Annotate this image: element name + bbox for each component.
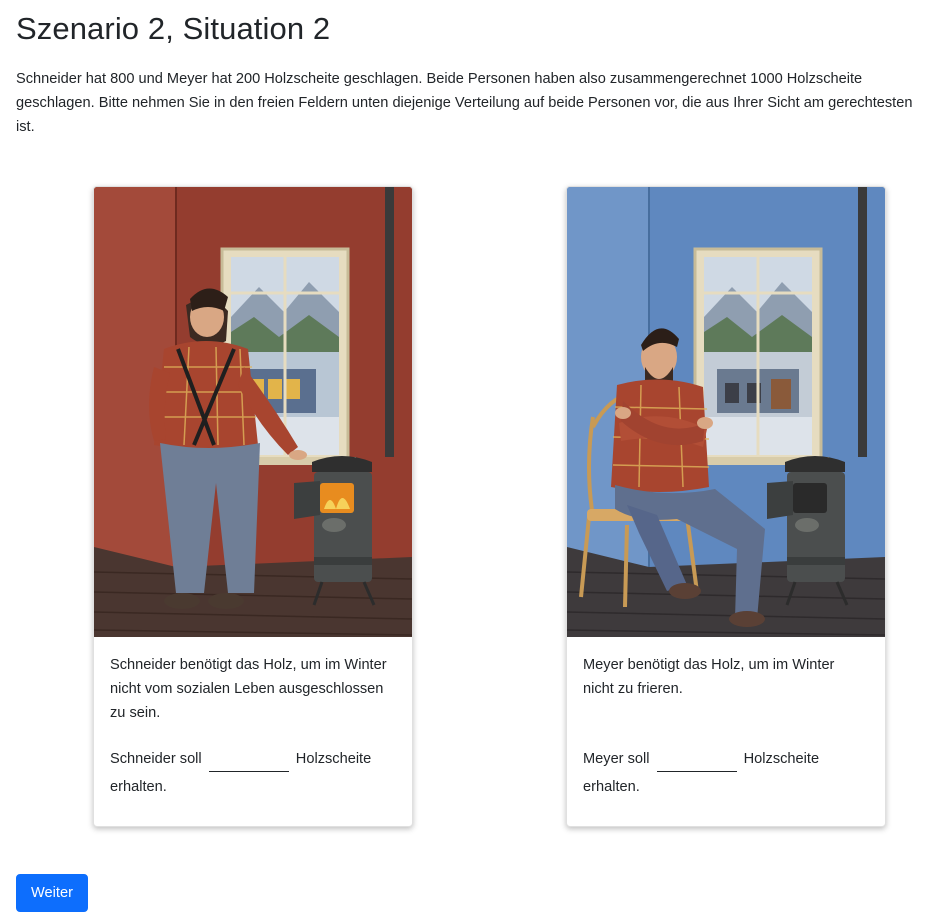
card-meyer: Meyer benötigt das Holz, um im Winter ni… bbox=[566, 186, 886, 827]
scenario-description: Schneider hat 800 und Meyer hat 200 Holz… bbox=[16, 71, 913, 135]
page-title: Szenario 2, Situation 2 bbox=[16, 11, 331, 46]
survey-page: Szenario 2, Situation 2 Schneider hat 80… bbox=[0, 0, 927, 921]
meyer-illustration bbox=[567, 187, 885, 637]
allocation-prefix: Meyer soll bbox=[583, 751, 650, 767]
need-statement: Meyer benötigt das Holz, um im Winter ni… bbox=[583, 657, 835, 697]
allocation-sentence: Meyer soll Holzscheite erhalten. bbox=[583, 745, 869, 801]
schneider-illustration bbox=[94, 187, 412, 637]
allocation-sentence: Schneider soll Holzscheite erhalten. bbox=[110, 745, 396, 801]
card-schneider: Schneider benötigt das Holz, um im Winte… bbox=[93, 186, 413, 827]
card-body: Schneider benötigt das Holz, um im Winte… bbox=[94, 637, 412, 801]
schneider-amount-input[interactable] bbox=[208, 751, 289, 772]
meyer-amount-input[interactable] bbox=[656, 751, 737, 772]
need-statement: Schneider benötigt das Holz, um im Winte… bbox=[110, 657, 387, 721]
card-body: Meyer benötigt das Holz, um im Winter ni… bbox=[567, 637, 885, 801]
allocation-prefix: Schneider soll bbox=[110, 751, 202, 767]
next-button[interactable]: Weiter bbox=[16, 874, 88, 912]
